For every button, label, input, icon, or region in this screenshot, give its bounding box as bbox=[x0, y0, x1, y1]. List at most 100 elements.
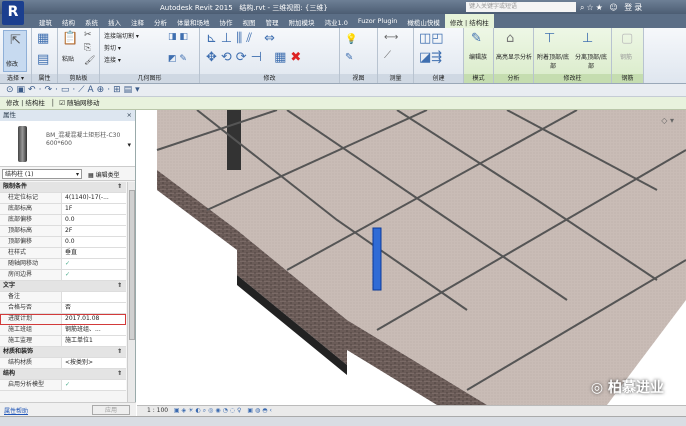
attach-icon[interactable]: ⊤ bbox=[544, 31, 555, 46]
property-value[interactable]: <按类别> bbox=[62, 358, 126, 368]
paste-icon[interactable]: 📋 bbox=[62, 31, 78, 46]
property-row[interactable]: 施工监理 施工单位1 bbox=[0, 336, 126, 347]
property-row[interactable]: 备注 bbox=[0, 292, 126, 303]
property-value[interactable]: 0.0 bbox=[62, 237, 126, 247]
tab-massing[interactable]: 体量和场地 bbox=[172, 14, 215, 28]
tab-insert[interactable]: 插入 bbox=[103, 14, 126, 28]
title-icons[interactable]: ⌕☆★ ☺ 登录 bbox=[580, 2, 644, 13]
select-dropdown[interactable]: 选择 ▾ bbox=[0, 74, 31, 83]
view-control-icons[interactable]: ▣◈☀◐⌕◎◉◔◌♀ ▣◍◓‹ bbox=[174, 407, 274, 414]
property-row[interactable]: 柱样式 垂直 bbox=[0, 248, 126, 259]
rebar-icon[interactable]: ▢ bbox=[621, 31, 633, 46]
move-copy-rotate-icons[interactable]: ✥⟲⟳⊣ ▦✖ bbox=[206, 50, 305, 65]
collapse-icon[interactable]: ⇑ bbox=[117, 281, 122, 291]
property-value[interactable]: ✓ bbox=[62, 270, 126, 280]
property-row[interactable]: 顶部标高 2F bbox=[0, 226, 126, 237]
quick-access-toolbar[interactable]: ⊙▣↶·↷·▭·⟋A⊕·⊞▤▾ bbox=[0, 84, 686, 97]
tab-addins[interactable]: 附加模块 bbox=[284, 14, 320, 28]
edit-family-icon[interactable]: ✎ bbox=[471, 31, 482, 46]
property-row[interactable]: 施工班组 钢筋班组、... bbox=[0, 325, 126, 336]
tab-annotate[interactable]: 注释 bbox=[126, 14, 149, 28]
tab-fuzor[interactable]: Fuzor Plugin bbox=[353, 14, 403, 28]
collapse-icon[interactable]: ⇑ bbox=[117, 182, 122, 192]
tab-olivetree[interactable]: 橄榄山快模 bbox=[402, 14, 445, 28]
detach-icon[interactable]: ⊥ bbox=[582, 31, 593, 46]
scale-button[interactable]: 1 : 100 bbox=[147, 407, 168, 414]
tab-architecture[interactable]: 建筑 bbox=[34, 14, 57, 28]
property-group-header[interactable]: 限制条件 ⇑ bbox=[0, 182, 126, 193]
move-with-grids-checkbox[interactable]: ☑ bbox=[59, 99, 65, 107]
chevron-down-icon[interactable]: ▾ bbox=[127, 141, 131, 149]
property-value[interactable]: 钢筋班组、... bbox=[62, 325, 126, 335]
search-input[interactable]: 键入关键字或短语 bbox=[466, 2, 576, 12]
property-row[interactable]: 柱定位标记 4(1140)-17(-... bbox=[0, 193, 126, 204]
property-value[interactable]: 否 bbox=[62, 303, 126, 313]
properties-scrollbar[interactable] bbox=[127, 182, 135, 402]
geometry-tools-icon[interactable]: ◨ ◧ bbox=[168, 32, 188, 42]
instance-filter-select[interactable]: 结构柱 (1) ▾ bbox=[2, 169, 82, 179]
close-icon[interactable]: × bbox=[127, 110, 132, 121]
match-icon[interactable]: 🖌 bbox=[84, 56, 95, 66]
property-group-header[interactable]: 文字 ⇑ bbox=[0, 281, 126, 292]
property-value[interactable]: 0.0 bbox=[62, 215, 126, 225]
tab-systems[interactable]: 系统 bbox=[80, 14, 103, 28]
rebar-button[interactable]: 钢筋 bbox=[620, 52, 632, 61]
detach-top-base-button[interactable]: 分离顶部/底部 bbox=[574, 52, 608, 70]
measure-icon[interactable]: ⟷ bbox=[384, 32, 398, 43]
scroll-thumb[interactable] bbox=[129, 190, 135, 340]
attach-top-base-button[interactable]: 附着顶部/底部 bbox=[536, 52, 570, 70]
cut-icon[interactable]: ✂ bbox=[84, 30, 92, 40]
cut-join-button[interactable]: 连接端切割 ▾ bbox=[104, 31, 139, 40]
property-row[interactable]: 进度计划 2017.01.08 bbox=[0, 314, 126, 325]
property-value[interactable]: 施工单位1 bbox=[62, 336, 126, 346]
property-row[interactable]: 房间边界 ✓ bbox=[0, 270, 126, 281]
type-selector[interactable]: BM_混凝混凝土矩形柱-C30 600*600 ▾ bbox=[0, 121, 135, 167]
property-row[interactable]: 启用分析模型 ✓ bbox=[0, 380, 126, 391]
property-row[interactable]: 合格与否否 bbox=[0, 303, 126, 314]
tab-analyze[interactable]: 分析 bbox=[149, 14, 172, 28]
edit-type-button[interactable]: ▦ 编辑类型 bbox=[88, 170, 120, 179]
join-button[interactable]: 连接 ▾ bbox=[104, 55, 121, 64]
create-group-icon[interactable]: ◪⇶ bbox=[419, 50, 442, 65]
tab-collaborate[interactable]: 协作 bbox=[215, 14, 238, 28]
edit-family-button[interactable]: 编辑族 bbox=[469, 52, 487, 61]
align-offset-mirror-icons[interactable]: ⊾⊥⫼⫽ ⇔ bbox=[206, 31, 279, 46]
cut-button[interactable]: 剪切 ▾ bbox=[104, 43, 121, 52]
tab-manage[interactable]: 管理 bbox=[261, 14, 284, 28]
property-row[interactable]: 顶部偏移 0.0 bbox=[0, 237, 126, 248]
revit-logo-button[interactable]: R bbox=[2, 1, 24, 25]
property-value[interactable]: 垂直 bbox=[62, 248, 126, 258]
type-properties-icon[interactable]: ▤ bbox=[37, 52, 49, 67]
property-row[interactable]: 底部标高 1F bbox=[0, 204, 126, 215]
dimension-icon[interactable]: ⟋ bbox=[384, 50, 391, 61]
property-value[interactable]: 4(1140)-17(-... bbox=[62, 193, 126, 203]
property-row[interactable]: 结构材质 <按类别> bbox=[0, 358, 126, 369]
property-value[interactable]: 1F bbox=[62, 204, 126, 214]
paint-icon[interactable]: ◩ ✎ bbox=[168, 54, 187, 64]
property-row[interactable]: 底部偏移 0.0 bbox=[0, 215, 126, 226]
property-row[interactable]: 随轴网移动 ✓ bbox=[0, 259, 126, 270]
property-value[interactable]: ✓ bbox=[62, 380, 126, 390]
create-part-icon[interactable]: ◫◰ bbox=[419, 31, 444, 46]
collapse-icon[interactable]: ⇑ bbox=[117, 369, 122, 379]
properties-icon[interactable]: ▦ bbox=[37, 31, 49, 46]
paste-button[interactable]: 粘贴 bbox=[62, 54, 74, 63]
property-group-header[interactable]: 材质和装饰 ⇑ bbox=[0, 347, 126, 358]
highlight-analytical-icon[interactable]: ⌂ bbox=[506, 31, 514, 46]
login-link[interactable]: 登录 bbox=[624, 3, 644, 12]
tab-view[interactable]: 视图 bbox=[238, 14, 261, 28]
apply-button[interactable]: 应用 bbox=[92, 405, 130, 415]
hide-icon[interactable]: 💡 bbox=[345, 34, 357, 45]
tab-structure[interactable]: 结构 bbox=[57, 14, 80, 28]
collapse-icon[interactable]: ⇑ bbox=[117, 347, 122, 357]
property-group-header[interactable]: 结构 ⇑ bbox=[0, 369, 126, 380]
property-value[interactable]: ✓ bbox=[62, 259, 126, 269]
property-value[interactable]: 2017.01.08 bbox=[62, 314, 126, 324]
3d-viewport[interactable]: ◇ ▾ ◎ 柏慕进业 bbox=[137, 110, 686, 405]
tab-modify-structural-column[interactable]: 修改 | 结构柱 bbox=[444, 14, 494, 28]
modify-button[interactable]: ⇱ 修改 bbox=[3, 30, 27, 72]
highlight-analytical-button[interactable]: 高亮显示分析 bbox=[496, 52, 532, 61]
copy-icon[interactable]: ⎘ bbox=[84, 43, 91, 53]
property-value[interactable]: 2F bbox=[62, 226, 126, 236]
override-icon[interactable]: ✎ bbox=[345, 52, 353, 63]
